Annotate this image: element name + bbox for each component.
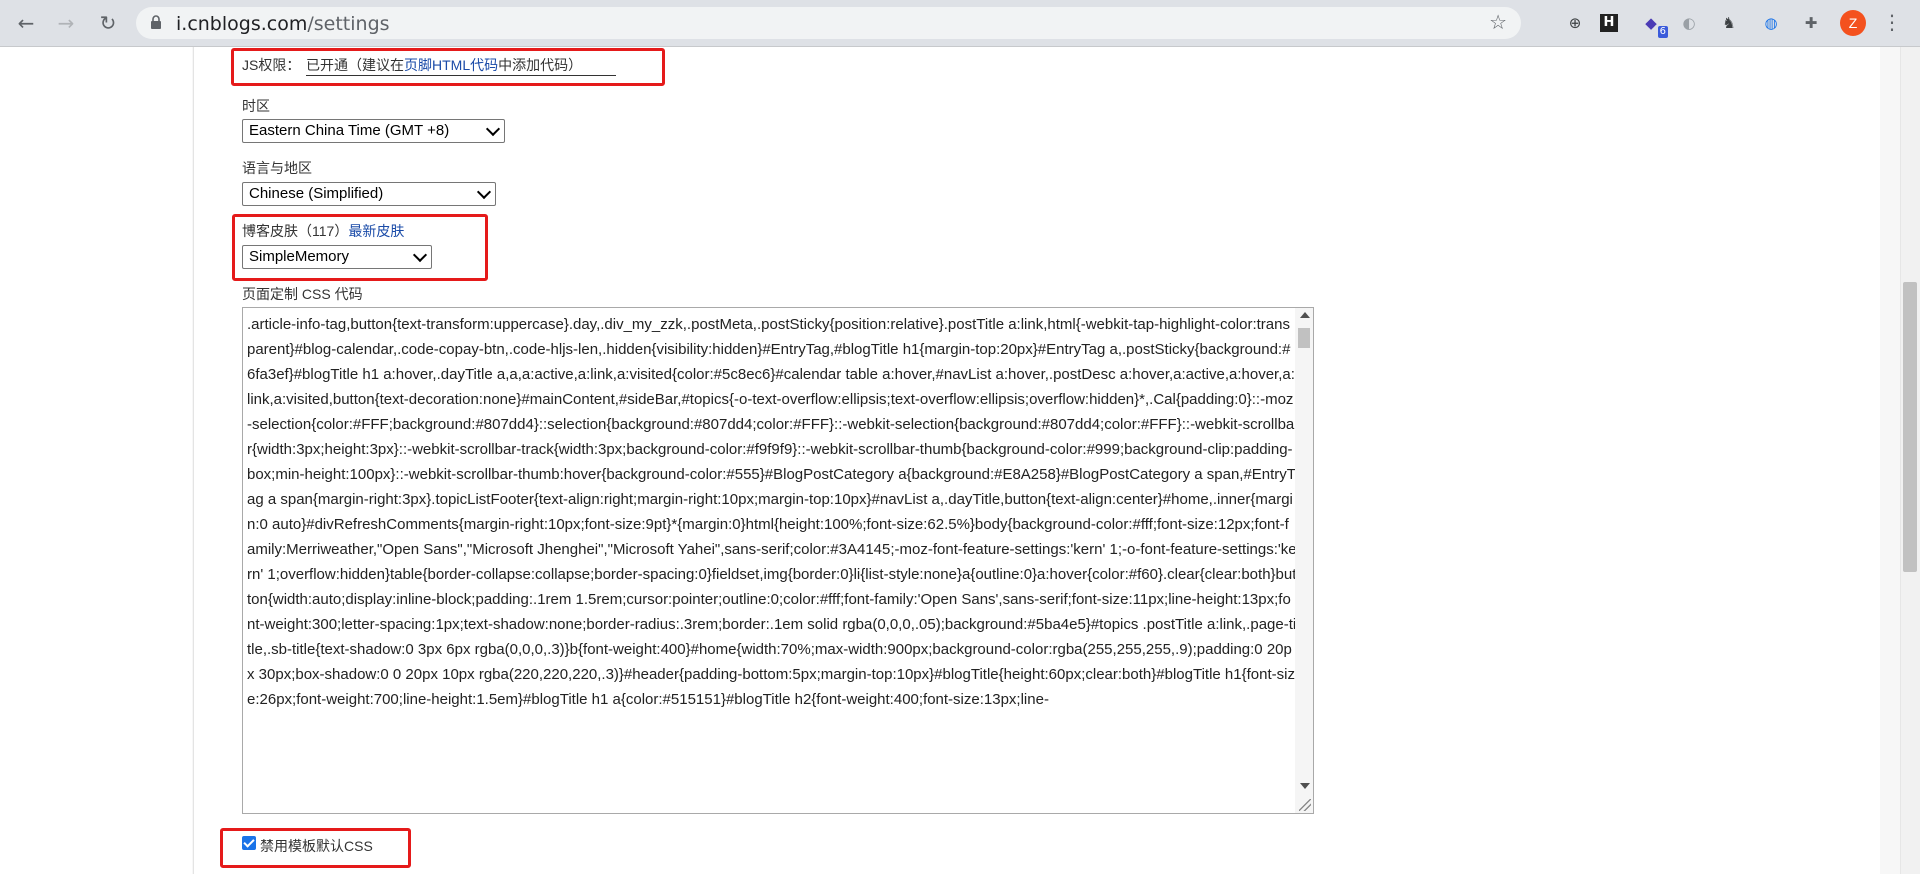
disable-default-css-checkbox[interactable] (242, 836, 256, 850)
chevron-down-icon (476, 184, 492, 200)
globe-pause-icon: ⊕ (1568, 14, 1582, 32)
scroll-down-icon[interactable] (1300, 783, 1310, 789)
js-permission-suffix: 中添加代码） (498, 57, 583, 73)
latest-skins-link[interactable]: 最新皮肤 (348, 223, 404, 239)
skin-label: 博客皮肤（117） (242, 223, 349, 239)
extensions-puzzle-icon[interactable]: ✚ (1800, 12, 1822, 34)
diamond-icon: ◆ (1645, 14, 1657, 32)
skin-selected: SimpleMemory (249, 248, 350, 265)
url-domain: i.cnblogs.com (176, 13, 308, 35)
textarea-scrollbar-thumb[interactable] (1298, 328, 1310, 348)
extension-spy-icon[interactable]: ♞ (1718, 12, 1740, 34)
back-button[interactable]: ← (14, 11, 38, 35)
browser-menu-icon[interactable]: ⋮ (1882, 10, 1902, 34)
language-selected: Chinese (Simplified) (249, 185, 384, 202)
page-scrollbar-thumb[interactable] (1903, 282, 1917, 572)
custom-css-code[interactable]: .article-info-tag,button{text-transform:… (247, 312, 1297, 810)
timezone-label: 时区 (242, 98, 270, 114)
page-right-margin (1880, 47, 1900, 874)
reload-button[interactable]: ↻ (96, 11, 120, 35)
timezone-selected: Eastern China Time (GMT +8) (249, 122, 450, 139)
resize-grip-icon[interactable] (1299, 799, 1311, 811)
address-bar[interactable]: i.cnblogs.com/settings ☆ (136, 7, 1521, 39)
chevron-down-icon (485, 121, 501, 137)
skin-label-row: 博客皮肤（117）最新皮肤 (242, 221, 404, 241)
url-path: /settings (307, 13, 390, 35)
timezone-select[interactable]: Eastern China Time (GMT +8) (242, 119, 505, 143)
language-label: 语言与地区 (242, 160, 312, 176)
disable-default-css-label[interactable]: 禁用模板默认CSS (260, 836, 373, 856)
extension-circle-icon[interactable]: ◐ (1678, 12, 1700, 34)
forward-button[interactable]: → (54, 11, 78, 35)
extension-icon-1[interactable]: ⊕ (1564, 12, 1586, 34)
extension-globe-icon[interactable]: ◍ (1760, 12, 1782, 34)
textarea-scrollbar[interactable] (1295, 308, 1313, 813)
url-text: i.cnblogs.com/settings (176, 13, 390, 35)
language-select[interactable]: Chinese (Simplified) (242, 182, 496, 206)
bookmark-star-icon[interactable]: ☆ (1489, 10, 1507, 34)
page-left-margin (0, 47, 192, 874)
extension-h-icon[interactable]: H (1600, 14, 1618, 32)
scroll-up-icon[interactable] (1300, 312, 1310, 318)
extension-badge: 6 (1657, 26, 1668, 38)
js-permission-prefix: 已开通（建议在 (306, 57, 404, 73)
chevron-down-icon (412, 247, 428, 263)
custom-css-textarea[interactable]: .article-info-tag,button{text-transform:… (242, 307, 1314, 814)
footer-html-link[interactable]: 页脚HTML代码 (404, 57, 498, 73)
custom-css-label: 页面定制 CSS 代码 (242, 286, 363, 302)
browser-toolbar: ← → ↻ i.cnblogs.com/settings ☆ ⊕ H ◆ 6 ◐ … (0, 0, 1920, 47)
extension-diamond-icon[interactable]: ◆ 6 (1640, 12, 1668, 38)
skin-select[interactable]: SimpleMemory (242, 245, 432, 269)
js-permission-label: JS权限： (242, 57, 301, 73)
profile-avatar[interactable]: Z (1840, 10, 1866, 36)
js-permission-value: 已开通（建议在页脚HTML代码中添加代码） (306, 55, 617, 76)
lock-icon (151, 15, 161, 29)
